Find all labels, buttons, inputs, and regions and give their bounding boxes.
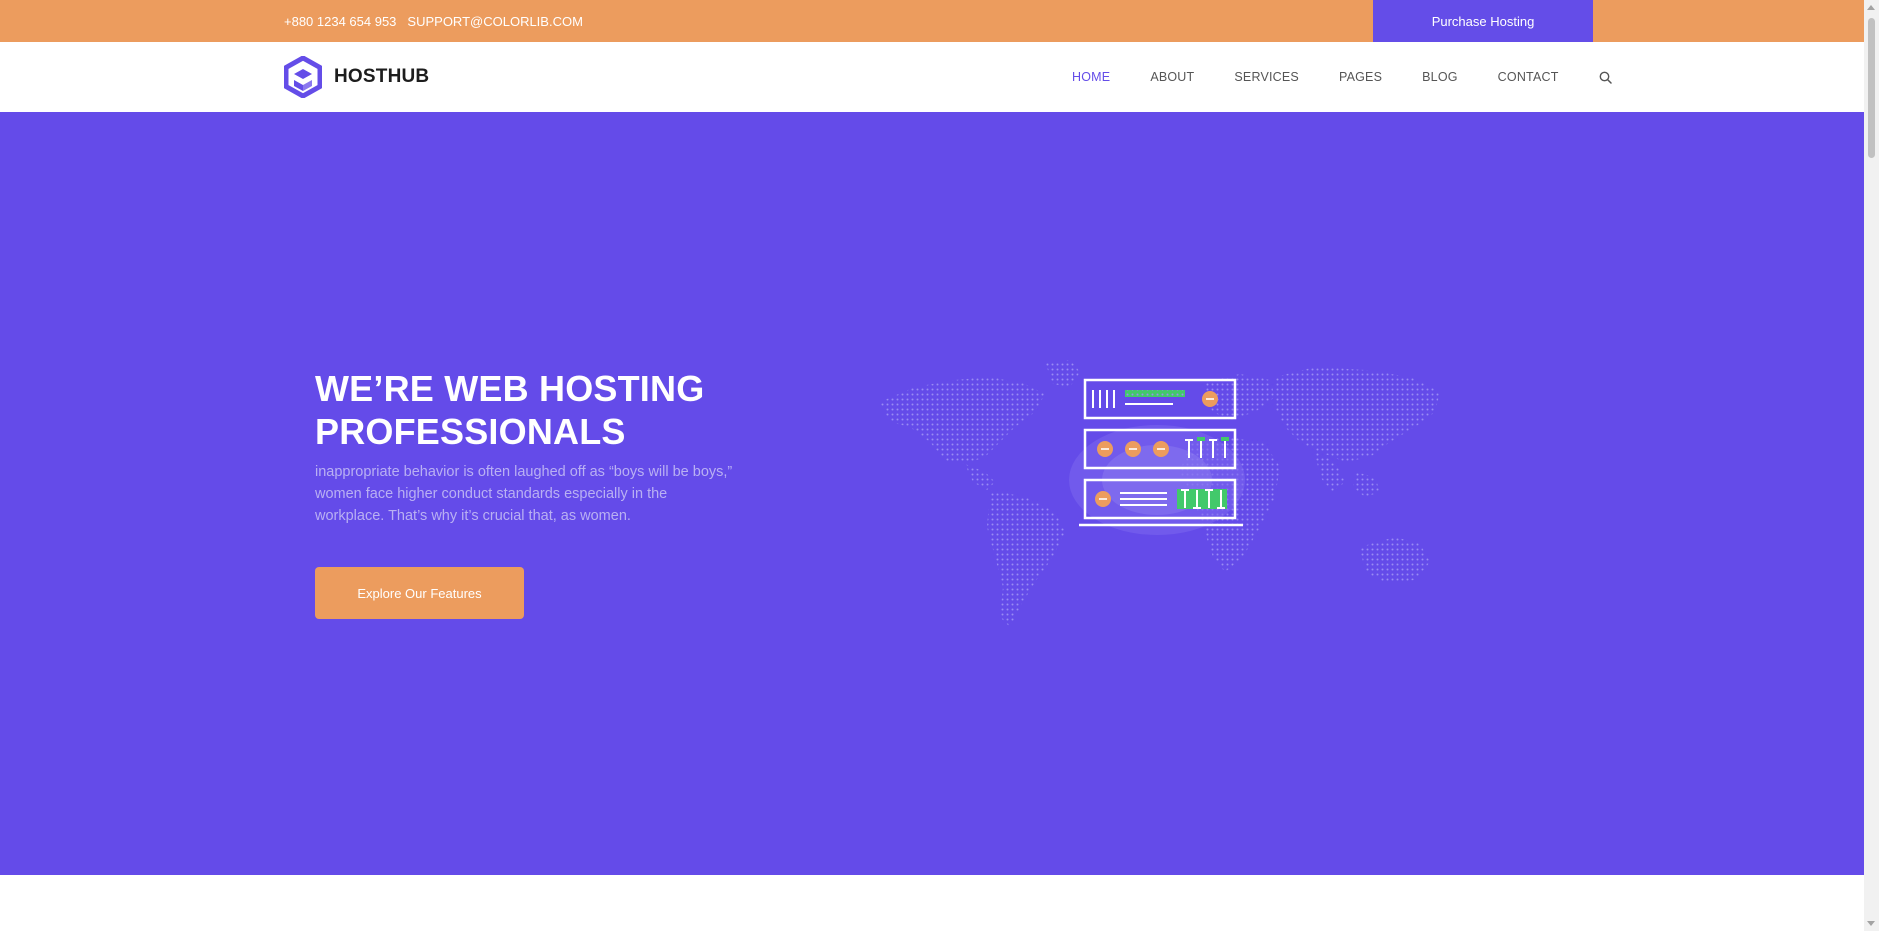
hero-title-line1: WE’RE WEB HOSTING <box>315 368 705 409</box>
contact-info: +880 1234 654 953 SUPPORT@COLORLIB.COM <box>284 0 583 42</box>
phone-number[interactable]: +880 1234 654 953 <box>284 14 396 29</box>
top-bar: +880 1234 654 953 SUPPORT@COLORLIB.COM P… <box>0 0 1864 42</box>
search-icon[interactable] <box>1599 71 1612 84</box>
scroll-up-arrow-icon[interactable] <box>1867 5 1875 10</box>
nav-item-about[interactable]: ABOUT <box>1150 70 1194 84</box>
logo[interactable]: HOSTHUB <box>284 56 429 98</box>
support-email[interactable]: SUPPORT@COLORLIB.COM <box>407 14 583 29</box>
navbar: HOSTHUB HOME ABOUT SERVICES PAGES BLOG C… <box>0 42 1864 112</box>
logo-icon <box>284 56 322 98</box>
next-section <box>0 875 1864 931</box>
nav-item-pages[interactable]: PAGES <box>1339 70 1382 84</box>
nav-item-blog[interactable]: BLOG <box>1422 70 1458 84</box>
hero-title: WE’RE WEB HOSTING PROFESSIONALS <box>315 367 775 453</box>
explore-features-button[interactable]: Explore Our Features <box>315 567 524 619</box>
server-world-map-illustration <box>880 360 1440 627</box>
nav-item-contact[interactable]: CONTACT <box>1498 70 1559 84</box>
scrollbar[interactable] <box>1864 0 1879 931</box>
main-nav: HOME ABOUT SERVICES PAGES BLOG CONTACT <box>1072 42 1612 112</box>
hero-description: inappropriate behavior is often laughed … <box>315 464 733 524</box>
scrollbar-thumb[interactable] <box>1868 18 1875 158</box>
hero-title-line2: PROFESSIONALS <box>315 411 626 452</box>
hero-section: WE’RE WEB HOSTING PROFESSIONALS inapprop… <box>0 112 1864 875</box>
purchase-hosting-button[interactable]: Purchase Hosting <box>1373 0 1593 42</box>
nav-item-home[interactable]: HOME <box>1072 70 1110 84</box>
nav-item-services[interactable]: SERVICES <box>1234 70 1299 84</box>
brand-name: HOSTHUB <box>334 66 430 87</box>
scroll-down-arrow-icon[interactable] <box>1867 921 1875 926</box>
